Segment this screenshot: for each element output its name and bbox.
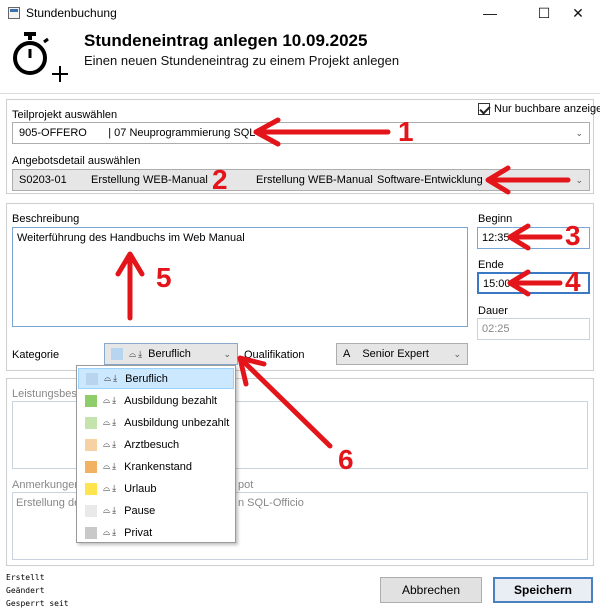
angebotsdetail-name-2: Erstellung WEB-Manual [256,174,373,186]
chevron-down-icon: ⌄ [223,349,231,359]
color-swatch [85,482,97,495]
close-button[interactable]: ✕ [556,0,600,26]
beginn-value: 12:35 [482,232,510,244]
qualifikation-combobox[interactable]: A Senior Expert ⌄ [336,343,468,365]
annotation-4: 4 [565,266,581,297]
color-swatch [85,526,97,539]
dropdown-item-label: Krankenstand [124,460,192,473]
gesperrt-label: Gesperrt seit [6,599,69,608]
dropdown-item-privat[interactable]: ⌓ ⤓ Privat [78,522,234,543]
kategorie-label: Kategorie [12,349,60,361]
clock-icon: ⌓ [103,439,111,449]
angebotsdetail-code: S0203-01 [19,174,67,186]
page-title: Stundeneintrag anlegen 10.09.2025 [84,31,368,50]
clock-icon: ⌓ [103,483,111,493]
dropdown-item-label: Beruflich [125,372,168,385]
header-divider [0,93,600,94]
anmerkungen-text-right: n SQL-Officio [238,497,304,509]
chevron-down-icon: ⌄ [453,349,461,359]
nur-buchbare-checkbox[interactable]: Nur buchbare anzeigen [478,103,600,115]
page-subtitle: Einen neuen Stundeneintrag zu einem Proj… [84,53,400,68]
download-icon: ⤓ [112,461,117,471]
annotation-3: 3 [565,220,581,251]
beginn-label: Beginn [478,213,513,225]
dropdown-item-label: Arztbesuch [124,438,180,451]
dropdown-item-ausbildung-unbezahlt[interactable]: ⌓ ⤓ Ausbildung unbezahlt [78,412,234,433]
checkbox-check-icon [478,103,490,115]
download-icon: ⤓ [112,439,117,449]
download-icon: ⤓ [138,348,143,359]
color-swatch [85,460,97,473]
beschreibung-label: Beschreibung [12,213,80,225]
angebotsdetail-area: Software-Entwicklung [377,174,483,186]
clock-icon: ⌓ [103,527,111,537]
nur-buchbare-label: Nur buchbare anzeigen [494,103,600,115]
download-icon: ⤓ [113,373,118,383]
dropdown-item-urlaub[interactable]: ⌓ ⤓ Urlaub [78,478,234,499]
anmerkungen-label-right: pot [238,479,254,491]
angebotsdetail-name: Erstellung WEB-Manual [91,174,208,186]
ende-label: Ende [478,259,504,271]
download-icon: ⤓ [112,417,117,427]
angebotsdetail-label: Angebotsdetail auswählen [12,155,141,167]
chevron-down-icon: ⌄ [575,128,583,138]
clock-icon: ⌓ [129,348,137,359]
dropdown-item-label: Ausbildung unbezahlt [124,416,230,429]
stopwatch-add-icon [13,32,68,82]
dropdown-item-label: Privat [124,526,153,539]
download-icon: ⤓ [112,483,117,493]
ende-value: 15:00 [483,278,511,290]
teilprojekt-value: 905-OFFERO | 07 Neuprogrammierung SQL [19,127,256,139]
dauer-label: Dauer [478,305,508,317]
beschreibung-textarea[interactable]: Weiterführung des Handbuchs im Web Manua… [12,227,468,327]
color-swatch [85,438,97,451]
erstellt-label: Erstellt [6,573,45,582]
geaendert-label: Geändert [6,586,45,595]
kategorie-value: Beruflich [148,348,191,360]
kategorie-color-swatch [111,348,123,360]
annotation-2: 2 [212,164,228,195]
dropdown-item-beruflich[interactable]: ⌓ ⤓ Beruflich [78,368,234,389]
annotation-6: 6 [338,444,354,475]
teilprojekt-combobox[interactable]: 905-OFFERO | 07 Neuprogrammierung SQL ⌄ [12,122,590,144]
download-icon: ⤓ [112,505,117,515]
color-swatch [85,504,97,517]
app-icon [8,7,20,19]
dauer-value: 02:25 [482,323,510,335]
abbrechen-button[interactable]: Abbrechen [380,577,482,603]
chevron-down-icon: ⌄ [575,175,583,185]
annotation-5: 5 [156,262,172,293]
clock-icon: ⌓ [103,505,111,515]
clock-icon: ⌓ [104,373,112,383]
speichern-button[interactable]: Speichern [493,577,593,603]
qualifikation-value: Senior Expert [362,348,429,360]
kategorie-dropdown-list: ⌓ ⤓ Beruflich ⌓ ⤓ Ausbildung bezahlt ⌓ ⤓ Au… [76,365,236,543]
clock-icon: ⌓ [103,417,111,427]
dropdown-item-label: Ausbildung bezahlt [124,394,218,407]
download-icon: ⤓ [112,527,117,537]
teilprojekt-label: Teilprojekt auswählen [12,109,118,121]
dropdown-item-label: Urlaub [124,482,157,495]
window-title: Stundenbuchung [26,6,117,20]
dropdown-item-arztbesuch[interactable]: ⌓ ⤓ Arztbesuch [78,434,234,455]
clock-icon: ⌓ [103,395,111,405]
dropdown-item-ausbildung-bezahlt[interactable]: ⌓ ⤓ Ausbildung bezahlt [78,390,234,411]
qualifikation-code: A [343,348,351,360]
angebotsdetail-combobox[interactable]: S0203-01 Erstellung WEB-Manual Erstellun… [12,169,590,191]
beschreibung-value: Weiterführung des Handbuchs im Web Manua… [17,232,245,244]
dauer-input: 02:25 [477,318,590,340]
dropdown-item-label: Pause [124,504,156,517]
download-icon: ⤓ [112,395,117,405]
dropdown-item-pause[interactable]: ⌓ ⤓ Pause [78,500,234,521]
qualifikation-label: Qualifikation [244,349,305,361]
kategorie-combobox[interactable]: ⌓ ⤓ Beruflich ⌄ [104,343,238,365]
color-swatch [86,372,98,385]
color-swatch [85,394,97,407]
dropdown-item-krankenstand[interactable]: ⌓ ⤓ Krankenstand [78,456,234,477]
minimize-button[interactable]: — [468,0,512,26]
color-swatch [85,416,97,429]
clock-icon: ⌓ [103,461,111,471]
annotation-1: 1 [398,116,414,147]
